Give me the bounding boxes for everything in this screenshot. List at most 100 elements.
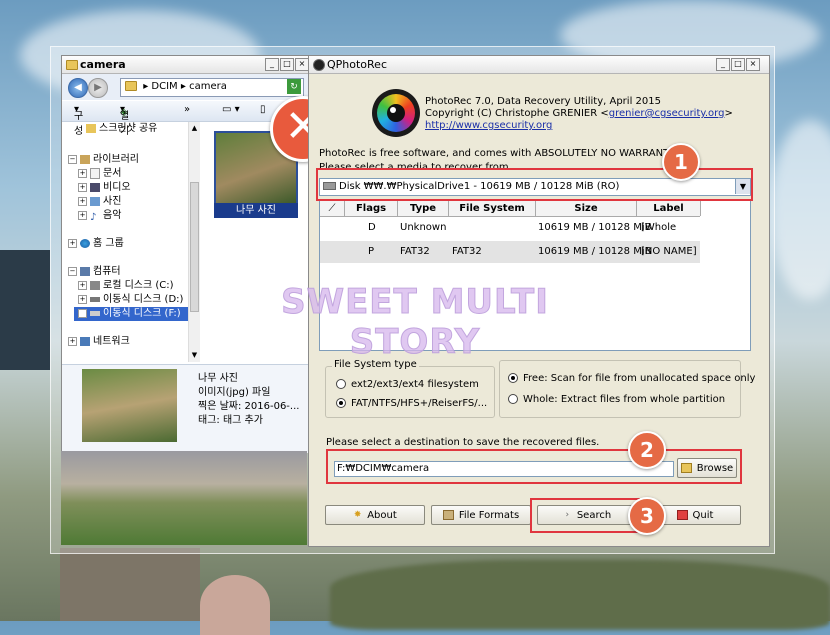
close-button[interactable]: ×	[295, 58, 309, 71]
more-commands[interactable]: »	[184, 104, 190, 115]
back-button[interactable]: ◀	[68, 78, 88, 98]
expand-icon[interactable]: +	[78, 182, 87, 192]
tree-item[interactable]: + ♪ 음악	[78, 209, 121, 223]
scroll-down-icon[interactable]: ▼	[190, 351, 199, 360]
expand-icon[interactable]: +	[78, 280, 87, 290]
tree-item[interactable]: + 사진	[78, 195, 121, 209]
radio-selected-icon[interactable]	[336, 398, 346, 408]
address-folder[interactable]: camera	[189, 81, 227, 92]
details-date: 찍은 날짜: 2016-06-...	[198, 401, 300, 412]
tree-scrollbar[interactable]: ▲ ▼	[188, 122, 200, 362]
expand-icon[interactable]: +	[78, 294, 87, 304]
expand-icon[interactable]: +	[78, 210, 87, 220]
tree-item[interactable]: + 비디오	[78, 181, 131, 195]
tree-item[interactable]: + 로컬 디스크 (C:)	[78, 279, 174, 293]
address-bar[interactable]: ▸ DCIM ▸ camera ↻	[120, 78, 304, 97]
cell-type: Unknown	[400, 222, 447, 233]
fs-option-fat[interactable]: FAT/NTFS/HFS+/ReiserFS/...	[336, 398, 487, 409]
collapse-icon[interactable]: −	[68, 266, 77, 276]
tree-item[interactable]: 스크린샷 공유	[86, 122, 157, 136]
table-row-selected[interactable]: P FAT32 FAT32 10619 MB / 10128 MiB [NO N…	[320, 241, 700, 263]
background-structure	[0, 250, 50, 370]
header-url: http://www.cgsecurity.org	[425, 120, 552, 131]
tree-item[interactable]: + 네트워크	[68, 335, 130, 349]
tree-item[interactable]: + 이동식 디스크 (D:)	[78, 293, 183, 307]
website-link[interactable]: http://www.cgsecurity.org	[425, 120, 552, 131]
step-badge-3: 3	[628, 497, 666, 535]
tree-item[interactable]: + 문서	[78, 167, 121, 181]
column-label[interactable]: Label	[637, 201, 701, 216]
tree-item[interactable]: − 컴퓨터	[68, 265, 121, 279]
scroll-thumb[interactable]	[190, 182, 199, 312]
expand-icon[interactable]: +	[78, 168, 87, 178]
cell-flags: D	[368, 222, 376, 233]
network-icon	[80, 336, 90, 346]
minimize-button[interactable]: _	[265, 58, 279, 71]
photorec-logo	[372, 89, 420, 137]
author-email-link[interactable]: grenier@cgsecurity.org	[609, 108, 725, 119]
formats-icon	[442, 510, 454, 520]
scroll-up-icon[interactable]: ▲	[190, 124, 199, 133]
tree-item-label: 문서	[103, 168, 122, 179]
address-root[interactable]: DCIM	[151, 81, 177, 92]
homegroup-icon	[80, 238, 90, 248]
minimize-button[interactable]: _	[716, 58, 730, 71]
radio-icon[interactable]	[508, 394, 518, 404]
forward-button[interactable]: ▶	[88, 78, 108, 98]
tree-item-label: 컴퓨터	[93, 266, 121, 277]
scan-option-whole[interactable]: Whole: Extract files from whole partitio…	[508, 394, 725, 405]
tree-item-label: 스크린샷 공유	[99, 123, 158, 134]
file-formats-button[interactable]: File Formats	[431, 505, 531, 525]
tree-item[interactable]: + 홈 그룹	[68, 237, 124, 251]
details-thumbnail	[82, 369, 177, 442]
file-formats-label: File Formats	[458, 510, 520, 521]
background-railway	[60, 548, 200, 621]
cell-size: 10619 MB / 10128 MiB	[538, 222, 652, 233]
background-cloud	[770, 120, 830, 300]
file-name[interactable]: 나무 사진	[214, 203, 298, 218]
expand-icon[interactable]: +	[68, 336, 77, 346]
column-type[interactable]: Type	[398, 201, 449, 216]
fs-option-ext-label: ext2/ext3/ext4 filesystem	[351, 379, 479, 390]
refresh-icon[interactable]: ↻	[287, 79, 301, 94]
scan-option-free[interactable]: Free: Scan for file from unallocated spa…	[508, 373, 755, 384]
expand-icon[interactable]: +	[78, 196, 87, 206]
details-tags[interactable]: 태그: 태그 추가	[198, 411, 263, 426]
column-size[interactable]: Size	[536, 201, 637, 216]
about-button[interactable]: ✸ About	[325, 505, 425, 525]
star-icon: ✸	[353, 510, 362, 520]
fs-option-fat-label: FAT/NTFS/HFS+/ReiserFS/...	[351, 398, 488, 409]
cell-type: FAT32	[400, 246, 430, 257]
folder-icon	[86, 123, 96, 133]
column-filesystem[interactable]: File System	[449, 201, 536, 216]
drive-icon	[90, 280, 100, 290]
fs-option-ext[interactable]: ext2/ext3/ext4 filesystem	[336, 379, 479, 390]
sort-icon[interactable]: ⟋	[320, 201, 345, 216]
tree-item[interactable]: − 라이브러리	[68, 153, 139, 167]
open-menu[interactable]: ◈ 열기 ▾	[120, 104, 129, 137]
view-icon[interactable]: ▭ ▾	[222, 104, 240, 115]
organize-menu[interactable]: 구성 ▾	[74, 104, 83, 137]
preview-pane-icon[interactable]: ▯	[260, 104, 266, 115]
tree-item-label: 홈 그룹	[93, 238, 124, 249]
header-copyright: Copyright (C) Christophe GRENIER <grenie…	[425, 108, 733, 119]
tree-item-label: 네트워크	[93, 336, 130, 347]
details-name: 나무 사진	[198, 373, 238, 384]
tree-item-selected[interactable]: + 이동식 디스크 (F:)	[74, 307, 190, 321]
collapse-icon[interactable]: −	[68, 154, 77, 164]
column-flags[interactable]: Flags	[345, 201, 398, 216]
maximize-button[interactable]: □	[731, 58, 745, 71]
maximize-button[interactable]: □	[280, 58, 294, 71]
computer-icon	[80, 266, 90, 276]
radio-selected-icon[interactable]	[508, 373, 518, 383]
expand-icon[interactable]: +	[68, 238, 77, 248]
table-row[interactable]: D Unknown 10619 MB / 10128 MiB [Whole di…	[320, 217, 700, 255]
tree-item-label: 음악	[103, 210, 122, 221]
music-icon: ♪	[90, 211, 97, 223]
radio-icon[interactable]	[336, 379, 346, 389]
copyright-suffix: >	[724, 108, 733, 119]
expand-icon[interactable]: +	[78, 308, 87, 318]
removable-drive-icon	[90, 296, 100, 302]
close-button[interactable]: ×	[746, 58, 760, 71]
chevron-right-icon: ▸	[143, 81, 149, 92]
